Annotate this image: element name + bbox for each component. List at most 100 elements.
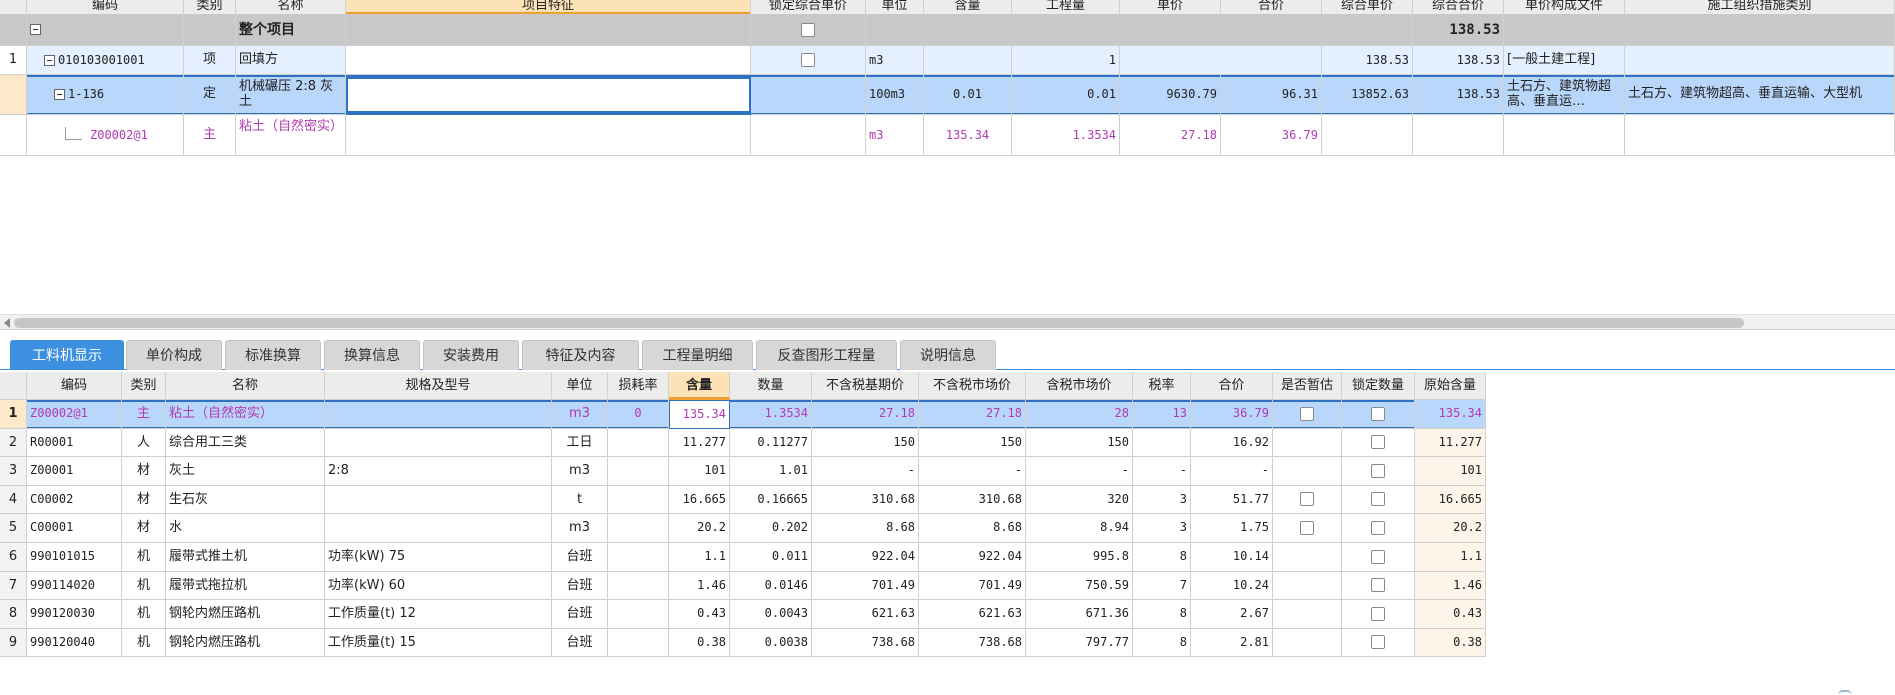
res-header-sum[interactable]: 合价: [1191, 372, 1273, 400]
top-row-item[interactable]: 1 010103001001 项 回填方 m3 1 138.53 138.53 …: [0, 46, 1895, 75]
res-header-base-price[interactable]: 不含税基期价: [812, 372, 919, 400]
lock-quantity-checkbox[interactable]: [1371, 549, 1385, 564]
resource-grid-header: 编码 类别 名称 规格及型号 单位 损耗率 含量 数量 不含税基期价 不含税市场…: [0, 372, 1486, 400]
estimate-checkbox[interactable]: [1273, 628, 1342, 658]
res-header-code[interactable]: 编码: [27, 372, 122, 400]
resource-unit: m3: [552, 457, 608, 486]
tab-labor-material-machine[interactable]: 工料机显示: [10, 340, 124, 370]
lock-price-checkbox[interactable]: [801, 52, 815, 67]
quota-zhhj: 138.53: [1413, 75, 1504, 115]
estimate-checkbox[interactable]: [1300, 520, 1314, 535]
top-row-quota-selected[interactable]: 1-136 定 机械碾压 2:8 灰土 100m3 0.01 0.01 9630…: [0, 75, 1895, 115]
lock-quantity-checkbox[interactable]: [1371, 520, 1385, 535]
estimate-checkbox[interactable]: [1300, 406, 1314, 421]
lock-quantity-checkbox[interactable]: [1371, 492, 1385, 507]
top-row-material[interactable]: Z00002@1 主 粘土（自然密实） m3 135.34 1.3534 27.…: [0, 115, 1895, 156]
tab-description[interactable]: 说明信息: [900, 340, 996, 370]
estimate-checkbox[interactable]: [1273, 514, 1342, 543]
tab-features-content[interactable]: 特征及内容: [522, 340, 639, 370]
col-header-quantity[interactable]: 工程量: [1012, 0, 1120, 14]
lock-quantity-checkbox[interactable]: [1371, 463, 1385, 478]
estimate-checkbox[interactable]: [1273, 457, 1342, 486]
lock-quantity-checkbox[interactable]: [1371, 578, 1385, 593]
res-header-content[interactable]: 含量: [669, 372, 730, 400]
res-header-estimate[interactable]: 是否暂估: [1273, 372, 1342, 400]
col-header-type[interactable]: 类别: [184, 0, 236, 14]
resource-row[interactable]: 3 Z00001 材灰土 2:8 m3 101 1.01- - - - -101: [0, 457, 1486, 486]
resource-market-price: 27.18: [919, 400, 1026, 429]
col-header-sum[interactable]: 合价: [1221, 0, 1322, 14]
res-header-tax-rate[interactable]: 税率: [1133, 372, 1191, 400]
collapse-icon[interactable]: [30, 24, 41, 35]
collapse-icon[interactable]: [54, 89, 65, 100]
estimate-checkbox[interactable]: [1300, 492, 1314, 507]
col-header-unit[interactable]: 单位: [866, 0, 924, 14]
resource-row[interactable]: 9 990120040 机钢轮内燃压路机 工作质量(t) 15 台班 0.38 0.0038…: [0, 628, 1486, 658]
resource-loss-rate: 0: [608, 400, 669, 429]
lock-quantity-checkbox[interactable]: [1371, 635, 1385, 650]
res-header-unit[interactable]: 单位: [552, 372, 608, 400]
lock-quantity-checkbox[interactable]: [1342, 400, 1415, 429]
tab-reverse-graphic-quantity[interactable]: 反查图形工程量: [756, 340, 897, 370]
col-header-code[interactable]: 编码: [27, 0, 184, 14]
estimate-checkbox[interactable]: [1273, 543, 1342, 572]
tab-conversion-info[interactable]: 换算信息: [324, 340, 420, 370]
lock-quantity-checkbox[interactable]: [1371, 435, 1385, 450]
lock-quantity-checkbox[interactable]: [1342, 457, 1415, 486]
resource-row[interactable]: 4 C00002 材生石灰 t 16.665 0.16665 310.68 310.68 320…: [0, 485, 1486, 515]
scroll-left-arrow-icon[interactable]: [4, 318, 10, 328]
tab-installation-fee[interactable]: 安装费用: [423, 340, 519, 370]
res-header-name[interactable]: 名称: [166, 372, 325, 400]
estimate-checkbox[interactable]: [1273, 428, 1342, 458]
col-header-name[interactable]: 名称: [236, 0, 346, 14]
tab-quantity-details[interactable]: 工程量明细: [642, 340, 753, 370]
res-header-loss[interactable]: 损耗率: [608, 372, 669, 400]
top-row-total[interactable]: 整个项目 138.53: [0, 15, 1895, 46]
res-header-market-price[interactable]: 不含税市场价: [919, 372, 1026, 400]
col-header-lock-price[interactable]: 锁定综合单价: [751, 0, 866, 14]
lock-price-checkbox[interactable]: [801, 22, 815, 37]
col-header-measure[interactable]: 施工组织措施类别: [1625, 0, 1895, 14]
resource-row[interactable]: 5 C00001 材水 m3 20.2 0.202 8.68 8.68 8.94 3 1.75 20.…: [0, 514, 1486, 543]
col-header-price[interactable]: 单价: [1120, 0, 1221, 14]
col-header-feature[interactable]: 项目特征: [346, 0, 751, 14]
lock-quantity-checkbox[interactable]: [1342, 514, 1415, 543]
collapse-icon[interactable]: [44, 55, 55, 66]
col-header-content[interactable]: 含量: [924, 0, 1012, 14]
lock-quantity-checkbox[interactable]: [1371, 406, 1385, 421]
res-header-quantity[interactable]: 数量: [730, 372, 812, 400]
col-header-zhhj[interactable]: 综合合价: [1413, 0, 1504, 14]
resource-row[interactable]: 7 990114020 机履带式拖拉机 功率(kW) 60 台班 1.46 0.0146 70…: [0, 571, 1486, 601]
lock-quantity-checkbox[interactable]: [1342, 543, 1415, 572]
resource-row[interactable]: 2 R00001 人综合用工三类 工日 11.277 0.11277 150 150 150 16…: [0, 428, 1486, 458]
estimate-checkbox[interactable]: [1273, 400, 1342, 429]
resource-row[interactable]: 6 990101015 机履带式推土机 功率(kW) 75 台班 1.1 0.011 922.…: [0, 543, 1486, 572]
res-header-type[interactable]: 类别: [122, 372, 166, 400]
estimate-checkbox[interactable]: [1273, 600, 1342, 629]
res-header-taxed-market-price[interactable]: 含税市场价: [1026, 372, 1133, 400]
res-header-spec[interactable]: 规格及型号: [325, 372, 552, 400]
tab-unit-price-composition[interactable]: 单价构成: [126, 340, 222, 370]
tab-standard-conversion[interactable]: 标准换算: [225, 340, 321, 370]
estimate-checkbox[interactable]: [1273, 571, 1342, 601]
resource-loss-rate: [608, 514, 669, 543]
quota-feature-input[interactable]: [346, 77, 751, 113]
res-header-orig-content[interactable]: 原始含量: [1415, 372, 1486, 400]
scrollbar-thumb[interactable]: [14, 318, 1744, 328]
lock-quantity-checkbox[interactable]: [1342, 485, 1415, 515]
lock-quantity-checkbox[interactable]: [1342, 571, 1415, 601]
col-header-zhdj[interactable]: 综合单价: [1322, 0, 1413, 14]
res-header-lock-qty[interactable]: 锁定数量: [1342, 372, 1415, 400]
estimate-checkbox[interactable]: [1273, 485, 1342, 515]
lock-quantity-checkbox[interactable]: [1342, 628, 1415, 658]
resource-code: C00002: [27, 485, 122, 515]
lock-quantity-checkbox[interactable]: [1371, 606, 1385, 621]
horizontal-scrollbar[interactable]: [0, 314, 1895, 330]
col-header-file[interactable]: 单价构成文件: [1504, 0, 1625, 14]
lock-quantity-checkbox[interactable]: [1342, 428, 1415, 458]
resource-row[interactable]: 1 Z00002@1 主粘土（自然密实） m3 0 135.34 1.3534 27.18 27…: [0, 400, 1486, 429]
lock-quantity-checkbox[interactable]: [1342, 600, 1415, 629]
top-grid-header: 编码 类别 名称 项目特征 锁定综合单价 单位 含量 工程量 单价 合价 综合单…: [0, 0, 1895, 15]
resource-row[interactable]: 8 990120030 机钢轮内燃压路机 工作质量(t) 12 台班 0.43 0.0043…: [0, 600, 1486, 629]
material-unit: m3: [866, 115, 924, 156]
